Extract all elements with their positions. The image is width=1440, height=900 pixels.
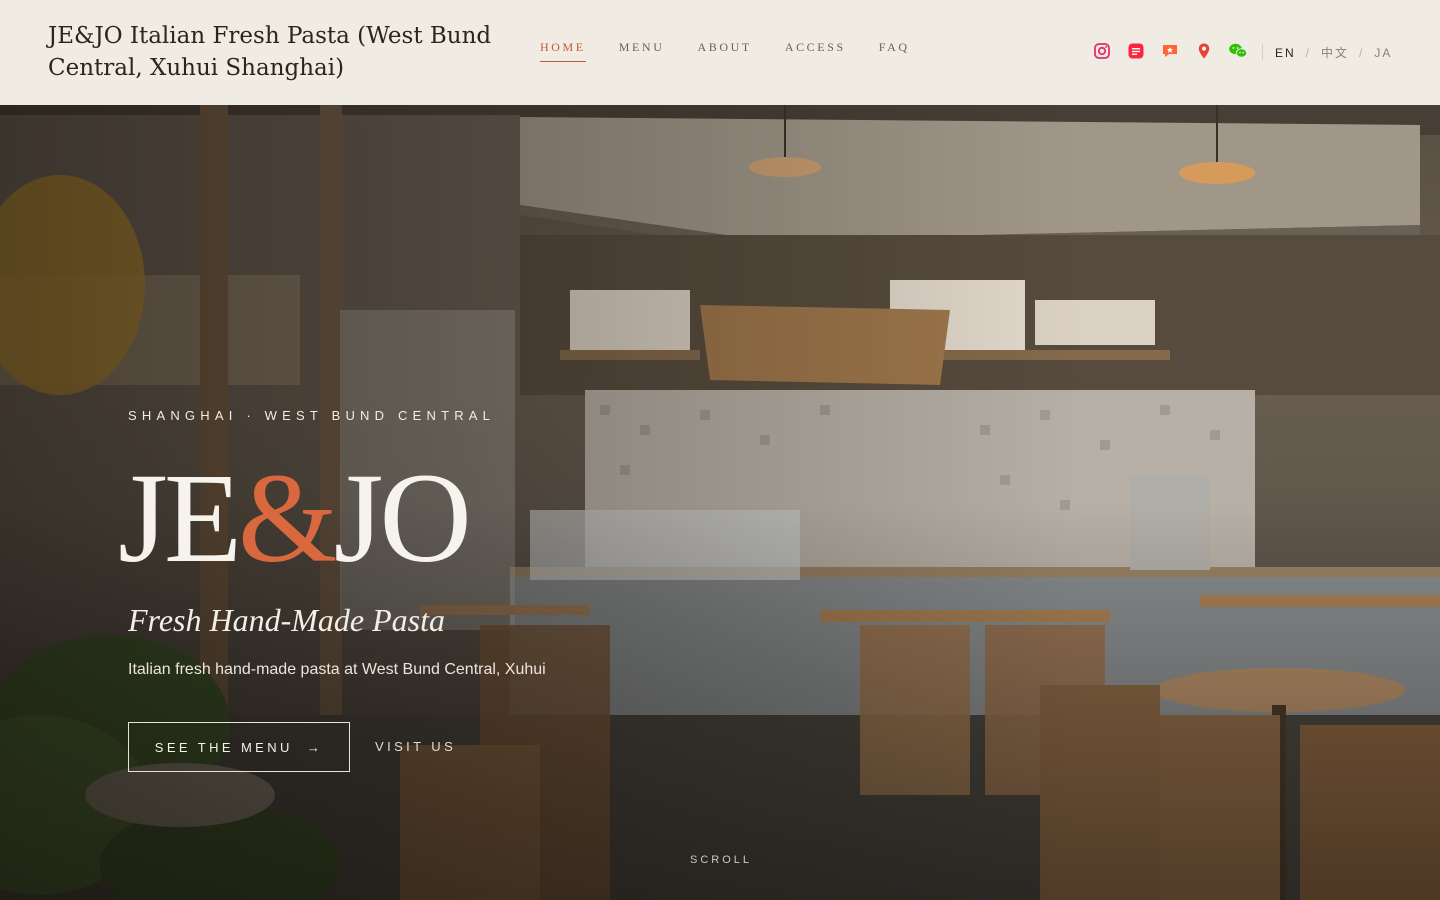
lang-en[interactable]: EN (1275, 46, 1296, 60)
hero-description: Italian fresh hand-made pasta at West Bu… (128, 661, 546, 678)
map-pin-icon[interactable] (1194, 41, 1214, 61)
logo-text-je: JE (118, 447, 242, 589)
lang-zh[interactable]: 中文 (1321, 44, 1349, 61)
site-brand[interactable]: JE&JO Italian Fresh Pasta (West Bund Cen… (48, 20, 528, 84)
hero-eyebrow: SHANGHAI · WEST BUND CENTRAL (128, 408, 496, 423)
xiaohongshu-icon[interactable] (1126, 41, 1146, 61)
dianping-icon[interactable] (1160, 41, 1180, 61)
nav-faq[interactable]: FAQ (879, 40, 910, 62)
arrow-right-icon: → (306, 739, 324, 755)
lang-separator: / (1305, 45, 1312, 60)
lang-ja[interactable]: JA (1374, 46, 1392, 60)
main-nav: HOME MENU ABOUT ACCESS FAQ (540, 40, 943, 62)
scroll-indicator[interactable]: SCROLL (690, 854, 752, 866)
visit-us-button[interactable]: VISIT US (375, 739, 456, 754)
nav-home[interactable]: HOME (540, 40, 586, 62)
site-header: JE&JO Italian Fresh Pasta (West Bund Cen… (0, 0, 1440, 105)
hero-logo: JE&JO (118, 443, 472, 593)
hero-section: SHANGHAI · WEST BUND CENTRAL JE&JO Fresh… (0, 105, 1440, 900)
lang-separator: / (1359, 45, 1365, 60)
hero-tagline: Fresh Hand-Made Pasta (128, 602, 445, 638)
wechat-icon[interactable] (1228, 41, 1248, 61)
header-divider (1262, 44, 1263, 60)
social-links (1092, 41, 1248, 61)
nav-about[interactable]: ABOUT (697, 40, 751, 62)
see-menu-button[interactable]: SEE THE MENU → (128, 722, 350, 772)
nav-access[interactable]: ACCESS (785, 40, 846, 62)
logo-ampersand: & (238, 447, 338, 589)
language-switcher: EN / 中文 / JA (1275, 44, 1392, 61)
instagram-icon[interactable] (1092, 41, 1112, 61)
nav-menu[interactable]: MENU (619, 40, 665, 62)
see-menu-label: SEE THE MENU (154, 739, 293, 755)
logo-text-jo: JO (333, 447, 472, 589)
